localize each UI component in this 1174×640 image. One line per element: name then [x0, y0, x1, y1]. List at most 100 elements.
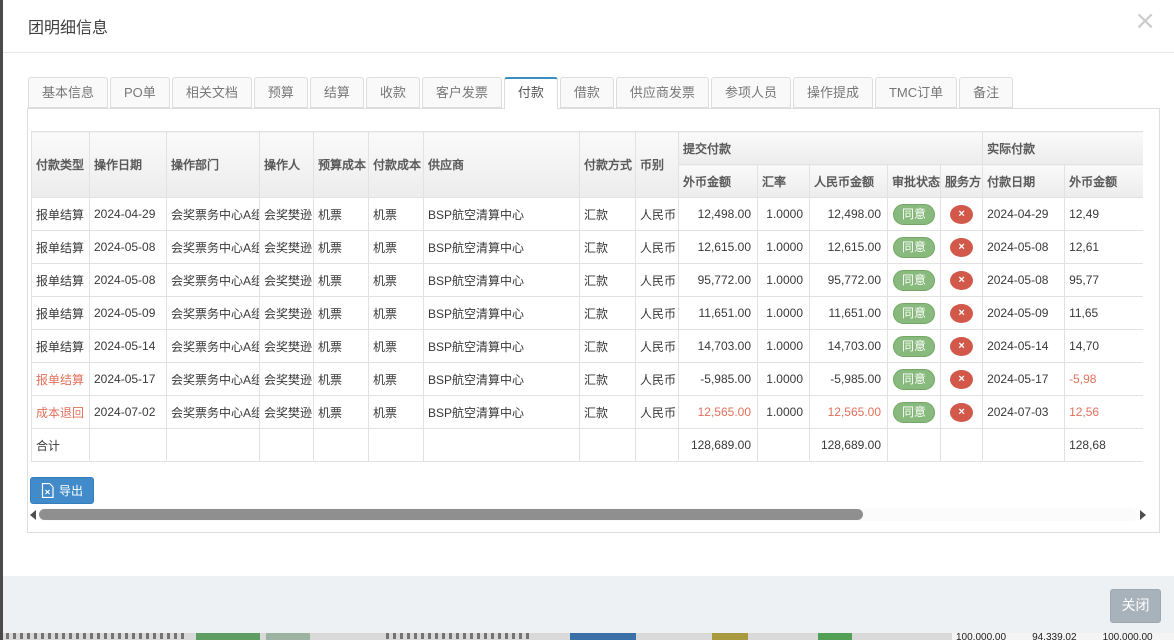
modal-footer: 关闭 [3, 576, 1174, 633]
tab-9[interactable]: 借款 [560, 77, 614, 108]
background-text-smudge [6, 633, 188, 639]
col-header-currency: 币别 [636, 132, 679, 198]
cell-pay-cost: 机票 [369, 330, 424, 363]
cell-budget-cost: 机票 [314, 231, 369, 264]
tab-14[interactable]: 备注 [959, 77, 1013, 108]
cell-supplier: BSP航空清算中心 [424, 264, 580, 297]
cell-budget-cost: 机票 [314, 264, 369, 297]
cell-approval-status: 同意 [888, 396, 941, 429]
cell-operator: 会奖樊逊 [260, 396, 314, 429]
tab-3[interactable]: 相关文档 [172, 77, 252, 108]
export-file-icon [41, 483, 54, 498]
cell-currency: 人民币 [636, 396, 679, 429]
close-button[interactable]: 关闭 [1110, 589, 1161, 623]
cell-cny-amount: 11,651.00 [810, 297, 888, 330]
payments-table: 付款类型 操作日期 操作部门 操作人 预算成本 付款成本 供应商 付款方式 币别… [31, 131, 1143, 462]
tab-8[interactable]: 付款 [504, 77, 558, 109]
cell-op-dept: 会奖票务中心A组 [167, 198, 260, 231]
cell-fc-amount: 11,651.00 [679, 297, 758, 330]
tab-1[interactable]: 基本信息 [28, 77, 108, 108]
col-header-supplier: 供应商 [424, 132, 580, 198]
cell-rate: 1.0000 [758, 396, 810, 429]
cell-budget-cost: 机票 [314, 396, 369, 429]
tab-2[interactable]: PO单 [110, 77, 170, 108]
table-row: 报单结算2024-05-09会奖票务中心A组会奖樊逊机票机票BSP航空清算中心汇… [32, 297, 1144, 330]
payments-table-wrap: 付款类型 操作日期 操作部门 操作人 预算成本 付款成本 供应商 付款方式 币别… [31, 131, 1143, 465]
cell-pay-method: 汇款 [580, 297, 636, 330]
cell-service-party: × [941, 297, 983, 330]
cell-pay-date: 2024-05-17 [983, 363, 1065, 396]
cell-pay-cost: 机票 [369, 198, 424, 231]
tab-7[interactable]: 客户发票 [422, 77, 502, 108]
reject-x-icon: × [950, 304, 973, 323]
table-row: 报单结算2024-04-29会奖票务中心A组会奖樊逊机票机票BSP航空清算中心汇… [32, 198, 1144, 231]
cell-op-date: 2024-05-14 [90, 330, 167, 363]
cell-approval-status: 同意 [888, 264, 941, 297]
table-row: 报单结算2024-05-08会奖票务中心A组会奖樊逊机票机票BSP航空清算中心汇… [32, 264, 1144, 297]
cell-actual-fc-amount: 95,77 [1065, 264, 1143, 297]
scroll-left-arrow-icon[interactable] [30, 510, 36, 520]
col-header-service-party: 服务方 [941, 165, 983, 198]
cell-supplier: BSP航空清算中心 [424, 396, 580, 429]
reject-x-icon: × [950, 403, 973, 422]
tab-panel-payments: 付款类型 操作日期 操作部门 操作人 预算成本 付款成本 供应商 付款方式 币别… [27, 108, 1160, 533]
tab-12[interactable]: 操作提成 [793, 77, 873, 108]
cell-approval-status: 同意 [888, 198, 941, 231]
cell-currency: 人民币 [636, 264, 679, 297]
cell-fc-amount: 12,498.00 [679, 198, 758, 231]
cell-service-party: × [941, 330, 983, 363]
tab-13[interactable]: TMC订单 [875, 77, 957, 108]
col-header-pay-cost: 付款成本 [369, 132, 424, 198]
cell-rate: 1.0000 [758, 297, 810, 330]
col-header-rate: 汇率 [758, 165, 810, 198]
cell-actual-fc-amount: 12,61 [1065, 231, 1143, 264]
cell-operator: 会奖樊逊 [260, 231, 314, 264]
cell-pay-cost: 机票 [369, 396, 424, 429]
reject-x-icon: × [950, 271, 973, 290]
table-row: 成本退回2024-07-02会奖票务中心A组会奖樊逊机票机票BSP航空清算中心汇… [32, 396, 1144, 429]
scrollbar-thumb[interactable] [39, 509, 863, 520]
total-label: 合计 [32, 429, 90, 462]
tab-4[interactable]: 预算 [254, 77, 308, 108]
cell-approval-status: 同意 [888, 297, 941, 330]
cell-op-date: 2024-05-09 [90, 297, 167, 330]
approval-badge: 同意 [893, 237, 935, 258]
cell-service-party: × [941, 396, 983, 429]
cell-budget-cost: 机票 [314, 297, 369, 330]
tab-6[interactable]: 收款 [366, 77, 420, 108]
tab-10[interactable]: 供应商发票 [616, 77, 709, 108]
cell-rate: 1.0000 [758, 330, 810, 363]
cell-cny-amount: 12,565.00 [810, 396, 888, 429]
cell-approval-status: 同意 [888, 363, 941, 396]
scroll-right-arrow-icon[interactable] [1140, 510, 1146, 520]
cell-op-date: 2024-05-17 [90, 363, 167, 396]
cell-cny-amount: 12,615.00 [810, 231, 888, 264]
total-fc-amount: 128,689.00 [679, 429, 758, 462]
cell-payment-type: 报单结算 [32, 297, 90, 330]
tab-11[interactable]: 参项人员 [711, 77, 791, 108]
cell-pay-date: 2024-05-08 [983, 264, 1065, 297]
table-body: 报单结算2024-04-29会奖票务中心A组会奖樊逊机票机票BSP航空清算中心汇… [32, 198, 1144, 429]
approval-badge: 同意 [893, 204, 935, 225]
cell-op-dept: 会奖票务中心A组 [167, 330, 260, 363]
col-header-payment-type: 付款类型 [32, 132, 90, 198]
cell-operator: 会奖樊逊 [260, 363, 314, 396]
cell-supplier: BSP航空清算中心 [424, 363, 580, 396]
scrollbar-track[interactable] [39, 508, 1137, 521]
cell-supplier: BSP航空清算中心 [424, 297, 580, 330]
tab-5[interactable]: 结算 [310, 77, 364, 108]
cell-payment-type: 报单结算 [32, 231, 90, 264]
approval-badge: 同意 [893, 369, 935, 390]
tab-bar: 基本信息PO单相关文档预算结算收款客户发票付款借款供应商发票参项人员操作提成TM… [28, 77, 1015, 109]
horizontal-scrollbar [30, 507, 1146, 522]
cell-budget-cost: 机票 [314, 330, 369, 363]
group-header-submitted-payment: 提交付款 [679, 132, 983, 165]
cell-currency: 人民币 [636, 231, 679, 264]
cell-pay-date: 2024-05-08 [983, 231, 1065, 264]
export-button[interactable]: 导出 [30, 477, 94, 504]
close-icon[interactable]: × [1134, 8, 1156, 34]
background-page-strip: 100,000.0094,339.02100,000.00100,0 [0, 633, 1174, 640]
cell-cny-amount: -5,985.00 [810, 363, 888, 396]
cell-pay-cost: 机票 [369, 297, 424, 330]
cell-rate: 1.0000 [758, 231, 810, 264]
